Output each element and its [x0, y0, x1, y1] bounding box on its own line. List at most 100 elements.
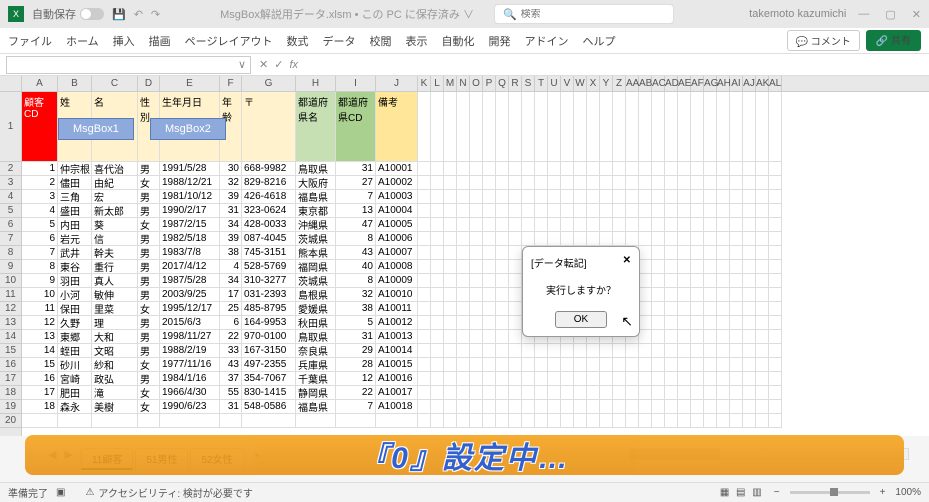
cell[interactable] — [457, 316, 470, 330]
cell[interactable] — [600, 232, 613, 246]
cell[interactable] — [574, 344, 587, 358]
cell[interactable] — [509, 218, 522, 232]
col-header[interactable]: N — [457, 76, 470, 91]
pagebreak-view-icon[interactable]: ▥ — [752, 487, 761, 498]
cell[interactable] — [665, 302, 678, 316]
cell[interactable] — [678, 246, 691, 260]
cell[interactable]: 喜代治 — [92, 162, 138, 176]
tab-home[interactable]: ホーム — [66, 33, 99, 49]
cell[interactable] — [548, 386, 561, 400]
cell[interactable] — [600, 344, 613, 358]
cell[interactable]: 東京都 — [296, 204, 336, 218]
cell[interactable] — [522, 190, 535, 204]
cell[interactable] — [431, 190, 444, 204]
cell[interactable] — [665, 92, 678, 162]
cell[interactable] — [769, 92, 782, 162]
cell[interactable]: A10006 — [376, 232, 418, 246]
cell[interactable]: 5 — [22, 218, 58, 232]
cell[interactable] — [730, 190, 743, 204]
cell[interactable] — [652, 92, 665, 162]
cell[interactable] — [587, 358, 600, 372]
col-header[interactable]: Y — [600, 76, 613, 91]
cell[interactable] — [704, 218, 717, 232]
cell[interactable]: 島根県 — [296, 288, 336, 302]
column-header-cell[interactable]: 〒 — [242, 92, 296, 162]
cell[interactable] — [704, 162, 717, 176]
cell[interactable] — [756, 190, 769, 204]
cell[interactable]: 970-0100 — [242, 330, 296, 344]
cell[interactable] — [457, 302, 470, 316]
col-header[interactable]: K — [418, 76, 431, 91]
cell[interactable] — [704, 190, 717, 204]
cell[interactable] — [509, 274, 522, 288]
col-header[interactable]: W — [574, 76, 587, 91]
cell[interactable] — [626, 358, 639, 372]
row-header[interactable]: 18 — [0, 386, 21, 400]
row-header[interactable]: 2 — [0, 162, 21, 176]
cell[interactable] — [444, 400, 457, 414]
cell[interactable] — [691, 372, 704, 386]
cell[interactable] — [496, 260, 509, 274]
cell[interactable] — [639, 400, 652, 414]
cell[interactable] — [509, 302, 522, 316]
cell[interactable]: 男 — [138, 204, 160, 218]
cell[interactable] — [457, 162, 470, 176]
pagelayout-view-icon[interactable]: ▤ — [736, 487, 745, 498]
filename[interactable]: MsgBox解説用データ.xlsm • この PC に保存済み ∨ — [220, 6, 474, 22]
cell[interactable] — [717, 92, 730, 162]
cell[interactable]: 美樹 — [92, 400, 138, 414]
cell[interactable] — [769, 190, 782, 204]
cell[interactable] — [483, 330, 496, 344]
cell[interactable] — [296, 414, 336, 428]
comments-button[interactable]: 💬 コメント — [787, 30, 860, 51]
cell[interactable]: 12 — [22, 316, 58, 330]
cell[interactable] — [561, 162, 574, 176]
row-header[interactable]: 4 — [0, 190, 21, 204]
cell[interactable]: 女 — [138, 386, 160, 400]
cell[interactable] — [756, 344, 769, 358]
cell[interactable]: 22 — [220, 330, 242, 344]
cell[interactable] — [600, 204, 613, 218]
cell[interactable] — [535, 344, 548, 358]
cell[interactable]: 22 — [336, 386, 376, 400]
column-header-cell[interactable]: 都道府県CD — [336, 92, 376, 162]
cell[interactable] — [769, 260, 782, 274]
cell[interactable]: 28 — [336, 358, 376, 372]
cell[interactable]: 1988/12/21 — [160, 176, 220, 190]
cell[interactable]: 沖縄県 — [296, 218, 336, 232]
col-header[interactable]: AE — [678, 76, 691, 91]
cell[interactable] — [138, 414, 160, 428]
cell[interactable] — [665, 218, 678, 232]
cell[interactable] — [431, 232, 444, 246]
cell[interactable] — [509, 358, 522, 372]
cell[interactable] — [613, 386, 626, 400]
cell[interactable] — [756, 330, 769, 344]
cell[interactable]: 女 — [138, 358, 160, 372]
cell[interactable] — [587, 232, 600, 246]
cell[interactable] — [548, 92, 561, 162]
cell[interactable] — [431, 330, 444, 344]
cell[interactable] — [561, 190, 574, 204]
tab-view[interactable]: 表示 — [405, 33, 427, 49]
cell[interactable]: 32 — [220, 176, 242, 190]
cell[interactable] — [613, 218, 626, 232]
cell[interactable] — [457, 176, 470, 190]
cell[interactable] — [509, 400, 522, 414]
cell[interactable] — [509, 414, 522, 428]
cell[interactable] — [678, 372, 691, 386]
col-header[interactable]: T — [535, 76, 548, 91]
cell[interactable] — [613, 400, 626, 414]
cell[interactable] — [613, 232, 626, 246]
cell[interactable] — [483, 246, 496, 260]
cell[interactable] — [743, 246, 756, 260]
cell[interactable] — [496, 190, 509, 204]
cell[interactable] — [535, 204, 548, 218]
cell[interactable] — [743, 344, 756, 358]
cell[interactable] — [548, 218, 561, 232]
cell[interactable]: 310-3277 — [242, 274, 296, 288]
col-header[interactable]: AH — [717, 76, 730, 91]
dialog-close-icon[interactable]: ✕ — [623, 255, 631, 270]
cell[interactable] — [600, 218, 613, 232]
cell[interactable]: 2003/9/25 — [160, 288, 220, 302]
cell[interactable] — [561, 176, 574, 190]
